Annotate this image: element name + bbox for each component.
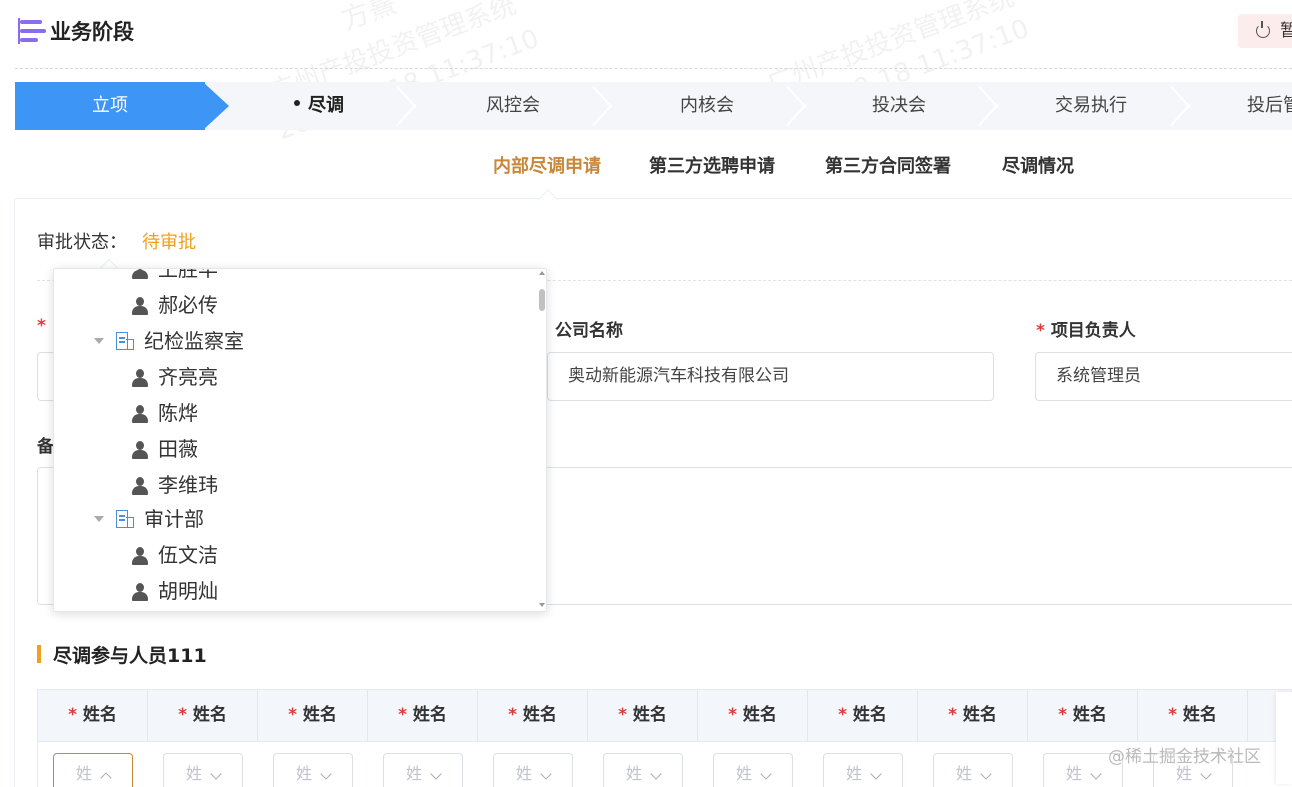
- chevron-down-icon: [1090, 768, 1102, 780]
- user-icon: [131, 296, 149, 316]
- company-field[interactable]: 奥动新能源汽车科技有限公司: [547, 352, 994, 401]
- scrollbar-thumb[interactable]: [539, 289, 545, 311]
- department-icon: [116, 510, 134, 530]
- step-label: 尽调: [308, 95, 344, 116]
- scroll-up-icon[interactable]: [539, 271, 545, 275]
- column-header: * 姓名: [1028, 690, 1138, 741]
- step-label: 内核会: [680, 95, 734, 116]
- chevron-down-icon: [320, 768, 332, 780]
- step-label: 风控会: [486, 95, 540, 116]
- chevron-down-icon: [760, 768, 772, 780]
- column-header: * 姓名: [38, 690, 148, 741]
- column-header: * 姓名: [1138, 690, 1248, 741]
- site-watermark: @稀土掘金技术社区: [1108, 747, 1261, 767]
- pause-button[interactable]: 暂: [1238, 14, 1292, 48]
- scroll-down-icon[interactable]: [539, 603, 545, 607]
- column-header: * 姓名: [808, 690, 918, 741]
- step-label: 投后管: [1247, 95, 1292, 116]
- name-select[interactable]: 姓: [163, 753, 243, 787]
- step-fengkong[interactable]: 风控会: [423, 82, 603, 130]
- column-header: * 姓名: [698, 690, 808, 741]
- column-header: * 姓名: [918, 690, 1028, 741]
- required-marker: *: [37, 316, 46, 336]
- step-jindiao[interactable]: 尽调: [229, 82, 409, 130]
- page: 方熹 广州产投投资管理系统 2022-10-18 11:37:10 广州产投投资…: [0, 0, 1292, 787]
- step-label: 投决会: [872, 95, 926, 116]
- step-toujue[interactable]: 投决会: [809, 82, 989, 130]
- chevron-up-icon: [100, 772, 112, 784]
- expand-caret-icon[interactable]: [94, 338, 104, 344]
- expand-caret-icon[interactable]: [94, 516, 104, 522]
- user-icon: [131, 546, 149, 566]
- chevron-down-icon: [210, 768, 222, 780]
- user-icon: [131, 368, 149, 388]
- name-select[interactable]: 姓: [53, 753, 133, 787]
- power-icon: [1256, 21, 1270, 38]
- current-dot-icon: [294, 100, 300, 106]
- approval-status-value: 待审批: [142, 232, 196, 253]
- name-select[interactable]: 姓: [383, 753, 463, 787]
- name-select[interactable]: 姓: [823, 753, 903, 787]
- pause-button-label: 暂: [1280, 21, 1292, 41]
- department-icon: [116, 332, 134, 352]
- menu-icon: [18, 18, 46, 44]
- leader-field[interactable]: 系统管理员: [1035, 352, 1292, 401]
- chevron-down-icon: [430, 768, 442, 780]
- page-title: 业务阶段: [50, 20, 134, 44]
- name-select[interactable]: 姓: [713, 753, 793, 787]
- name-select[interactable]: 姓: [933, 753, 1013, 787]
- leader-label: * 项目负责人: [1036, 321, 1136, 341]
- step-jiaoyi[interactable]: 交易执行: [1001, 82, 1181, 130]
- step-lixiang[interactable]: 立项: [15, 82, 205, 130]
- chevron-down-icon: [870, 768, 882, 780]
- column-header: * 姓名: [368, 690, 478, 741]
- user-icon: [131, 269, 149, 280]
- person-tree-dropdown[interactable]: 王胜华 郝必传 纪检监察室 齐亮亮 陈烨 田薇 李维玮 审计部 伍文洁 胡明灿: [53, 268, 547, 612]
- chevron-down-icon: [980, 768, 992, 780]
- user-icon: [131, 476, 149, 496]
- step-label: 交易执行: [1055, 95, 1127, 116]
- column-header: * 姓名: [588, 690, 698, 741]
- divider: [15, 68, 1292, 69]
- step-touhou[interactable]: 投后管: [1215, 82, 1292, 130]
- step-neihe[interactable]: 内核会: [617, 82, 797, 130]
- name-select[interactable]: 姓: [603, 753, 683, 787]
- tab-dd-status[interactable]: 尽调情况: [1002, 152, 1074, 178]
- name-select[interactable]: 姓: [493, 753, 573, 787]
- chevron-down-icon: [650, 768, 662, 780]
- column-header: * 姓名: [258, 690, 368, 741]
- tab-internal-dd[interactable]: 内部尽调申请: [493, 152, 601, 178]
- section-title: 尽调参与人员111: [37, 641, 207, 668]
- user-icon: [131, 440, 149, 460]
- dropdown-arrow: [100, 259, 118, 268]
- name-select[interactable]: 姓: [273, 753, 353, 787]
- active-tab-caret: [538, 189, 558, 200]
- user-icon: [131, 404, 149, 424]
- company-label: 公司名称: [555, 321, 623, 341]
- page-header: 业务阶段 暂: [0, 0, 1292, 62]
- fixed-column-edge: [1276, 692, 1292, 784]
- table-row: 姓 姓 姓 姓 姓 姓 姓 姓 姓 姓 姓: [37, 742, 1292, 787]
- stage-steps: 立项 尽调 风控会 内核会 投决会 交易执行 投后管: [15, 82, 1292, 130]
- tab-third-party-contract[interactable]: 第三方合同签署: [825, 152, 951, 178]
- chevron-down-icon: [1200, 768, 1212, 780]
- column-header: * 姓名: [148, 690, 258, 741]
- step-separator: [1189, 82, 1215, 130]
- remark-label: 备: [37, 437, 54, 457]
- user-icon: [131, 582, 149, 602]
- step-arrow: [203, 82, 229, 130]
- tab-third-party-select[interactable]: 第三方选聘申请: [649, 152, 775, 178]
- column-header: * 姓名: [478, 690, 588, 741]
- approval-status-label: 审批状态：: [37, 232, 127, 253]
- step-label: 立项: [92, 95, 128, 116]
- chevron-down-icon: [540, 768, 552, 780]
- table-header: * 姓名 * 姓名 * 姓名 * 姓名 * 姓名 * 姓名 * 姓名 * 姓名 …: [37, 689, 1292, 742]
